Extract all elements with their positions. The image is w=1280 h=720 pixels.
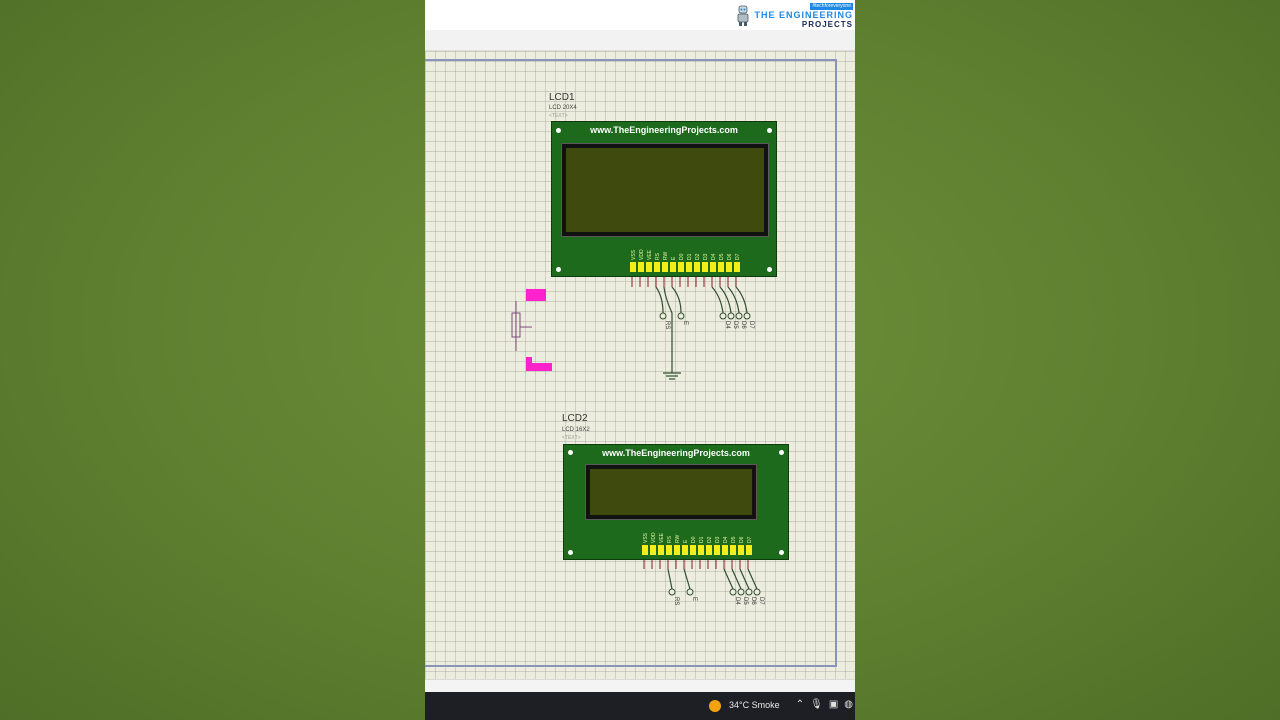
- lcd2-terminals[interactable]: [668, 588, 761, 596]
- svg-text:RS: RS: [673, 597, 679, 605]
- microphone-icon[interactable]: 🎙: [810, 699, 823, 710]
- weather-sun-icon[interactable]: [709, 700, 721, 712]
- display-icon[interactable]: ▣: [829, 699, 838, 710]
- potentiometer-icon[interactable]: [511, 289, 552, 371]
- svg-text:E: E: [691, 597, 697, 601]
- logo-line2: PROJECTS: [801, 20, 853, 29]
- chevron-up-icon[interactable]: ⌃: [796, 699, 804, 710]
- lcd2-net-labels: RS E D4 D5 D6 D7: [673, 597, 764, 605]
- svg-text:D6: D6: [750, 597, 756, 605]
- system-tray: ⌃ 🎙 ▣ ◍: [796, 699, 853, 710]
- logo-tag: #techforeveryone: [810, 3, 853, 10]
- title-bar: #techforeveryone THE ENGINEERING PROJECT…: [425, 0, 855, 31]
- robot-mascot-icon: [738, 5, 749, 26]
- svg-text:D4: D4: [724, 321, 730, 329]
- svg-text:D5: D5: [732, 321, 738, 329]
- lcd1-terminals[interactable]: [659, 312, 751, 320]
- svg-text:RS: RS: [664, 321, 670, 329]
- ground-icon[interactable]: [663, 372, 681, 380]
- svg-text:D7: D7: [748, 321, 754, 329]
- svg-text:D5: D5: [742, 597, 748, 605]
- svg-text:D4: D4: [734, 597, 740, 605]
- lcd1-net-labels: RS E D4 D5 D6 D7: [664, 321, 754, 329]
- logo-line1: THE ENGINEERING: [754, 10, 853, 20]
- lcd1-pin-stubs: [631, 277, 737, 287]
- lcd2-wires: [667, 568, 758, 590]
- svg-text:D6: D6: [740, 321, 746, 329]
- windows-taskbar: 34°C Smoke ⌃ 🎙 ▣ ◍: [425, 692, 855, 720]
- lcd1-wires: [655, 286, 748, 373]
- toolbar: [425, 30, 855, 51]
- status-strip: [425, 679, 855, 693]
- weather-readout[interactable]: 34°C Smoke: [729, 700, 780, 710]
- lcd2-pin-stubs: [643, 560, 749, 569]
- engineering-projects-logo: #techforeveryone THE ENGINEERING PROJECT…: [736, 3, 853, 29]
- svg-text:D7: D7: [758, 597, 764, 605]
- wiring-layer: RS E D4 D5 D6 D7 RS E D4 D5 D6 D7: [511, 277, 764, 605]
- network-icon[interactable]: ◍: [844, 699, 853, 710]
- app-window: #techforeveryone THE ENGINEERING PROJECT…: [425, 0, 855, 720]
- schematic-canvas[interactable]: LCD1 LCD 20X4 <TEXT> www.TheEngineeringP…: [425, 51, 855, 679]
- svg-text:E: E: [682, 321, 688, 325]
